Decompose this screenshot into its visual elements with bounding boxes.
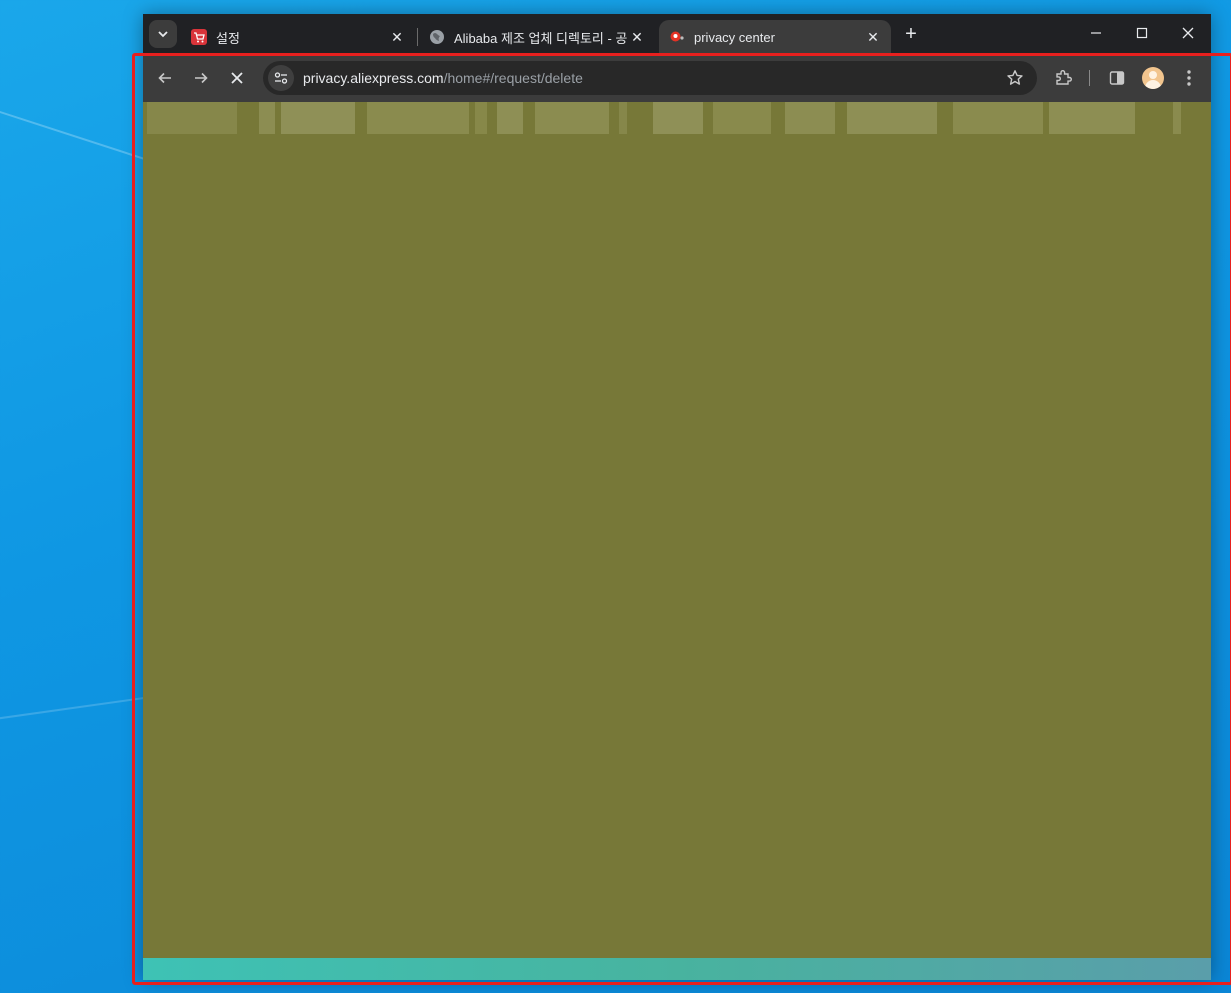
close-tab-icon[interactable]: ✕	[629, 29, 645, 45]
browser-window: 설정 ✕ Alibaba 제조 업체 디렉토리 - 공 ✕ privacy ce…	[143, 14, 1211, 980]
bookmark-item[interactable]	[367, 102, 469, 134]
more-vertical-icon	[1187, 70, 1191, 86]
toolbar-separator	[1089, 70, 1090, 86]
desktop-glimpse-strip	[143, 958, 1211, 980]
bookmark-item[interactable]	[147, 102, 237, 134]
tab-strip: 설정 ✕ Alibaba 제조 업체 디렉토리 - 공 ✕ privacy ce…	[143, 14, 1211, 54]
close-window-button[interactable]	[1165, 14, 1211, 52]
bookmark-item[interactable]	[619, 102, 627, 134]
bookmark-star-icon[interactable]	[1005, 68, 1025, 88]
bookmark-item[interactable]	[1049, 102, 1135, 134]
minimize-button[interactable]	[1073, 14, 1119, 52]
url-host: privacy.aliexpress.com	[303, 70, 444, 86]
new-tab-button[interactable]: +	[899, 22, 923, 46]
tab-alibaba[interactable]: Alibaba 제조 업체 디렉토리 - 공 ✕	[419, 20, 655, 54]
tab-privacy-center[interactable]: privacy center ✕	[659, 20, 891, 54]
avatar-head	[1149, 71, 1157, 79]
bookmark-item[interactable]	[475, 102, 487, 134]
close-tab-icon[interactable]: ✕	[865, 29, 881, 45]
plus-icon: +	[905, 22, 917, 45]
shopping-cart-icon	[191, 29, 207, 45]
bookmark-item[interactable]	[847, 102, 937, 134]
bookmark-item[interactable]	[653, 102, 703, 134]
url-text[interactable]: privacy.aliexpress.com/home#/request/del…	[303, 70, 583, 86]
extensions-button[interactable]	[1049, 64, 1077, 92]
stop-loading-button[interactable]	[223, 64, 251, 92]
puzzle-icon	[1056, 70, 1072, 85]
url-path: /home#/request/delete	[443, 70, 583, 86]
bookmarks-bar	[143, 102, 1183, 134]
bookmark-item[interactable]	[535, 102, 609, 134]
tab-search-button[interactable]	[149, 20, 177, 48]
tab-title: 설정	[216, 30, 240, 46]
forward-button[interactable]	[187, 64, 215, 92]
close-tab-icon[interactable]: ✕	[389, 29, 405, 45]
tab-title: privacy center	[694, 29, 775, 45]
bookmark-item[interactable]	[1173, 102, 1181, 134]
aliexpress-icon	[669, 29, 685, 45]
back-button[interactable]	[151, 64, 179, 92]
bookmark-item[interactable]	[497, 102, 523, 134]
bookmark-item[interactable]	[713, 102, 771, 134]
bookmark-item[interactable]	[785, 102, 835, 134]
maximize-icon	[1136, 27, 1148, 39]
close-icon	[1182, 27, 1194, 39]
tab-title: Alibaba 제조 업체 디렉토리 - 공	[454, 30, 628, 46]
bookmark-item[interactable]	[953, 102, 1043, 134]
address-bar[interactable]: privacy.aliexpress.com/home#/request/del…	[263, 61, 1037, 95]
minimize-icon	[1091, 32, 1101, 34]
menu-button[interactable]	[1175, 64, 1203, 92]
globe-icon	[429, 29, 445, 45]
page-content-overlay	[143, 102, 1211, 958]
chevron-down-icon	[158, 31, 168, 38]
arrow-left-icon	[158, 72, 171, 84]
site-info-icon[interactable]	[268, 65, 294, 91]
profile-avatar[interactable]	[1142, 67, 1164, 89]
close-icon	[231, 72, 243, 84]
desktop-light-ray	[0, 696, 149, 722]
tab-settings[interactable]: 설정 ✕	[181, 20, 415, 54]
side-panel-icon	[1109, 71, 1125, 85]
avatar-body	[1145, 80, 1161, 89]
maximize-button[interactable]	[1119, 14, 1165, 52]
bookmark-item[interactable]	[281, 102, 355, 134]
browser-toolbar: privacy.aliexpress.com/home#/request/del…	[143, 54, 1211, 102]
bookmark-item[interactable]	[259, 102, 275, 134]
side-panel-button[interactable]	[1103, 64, 1131, 92]
arrow-right-icon	[195, 72, 208, 84]
tab-separator	[417, 28, 418, 46]
